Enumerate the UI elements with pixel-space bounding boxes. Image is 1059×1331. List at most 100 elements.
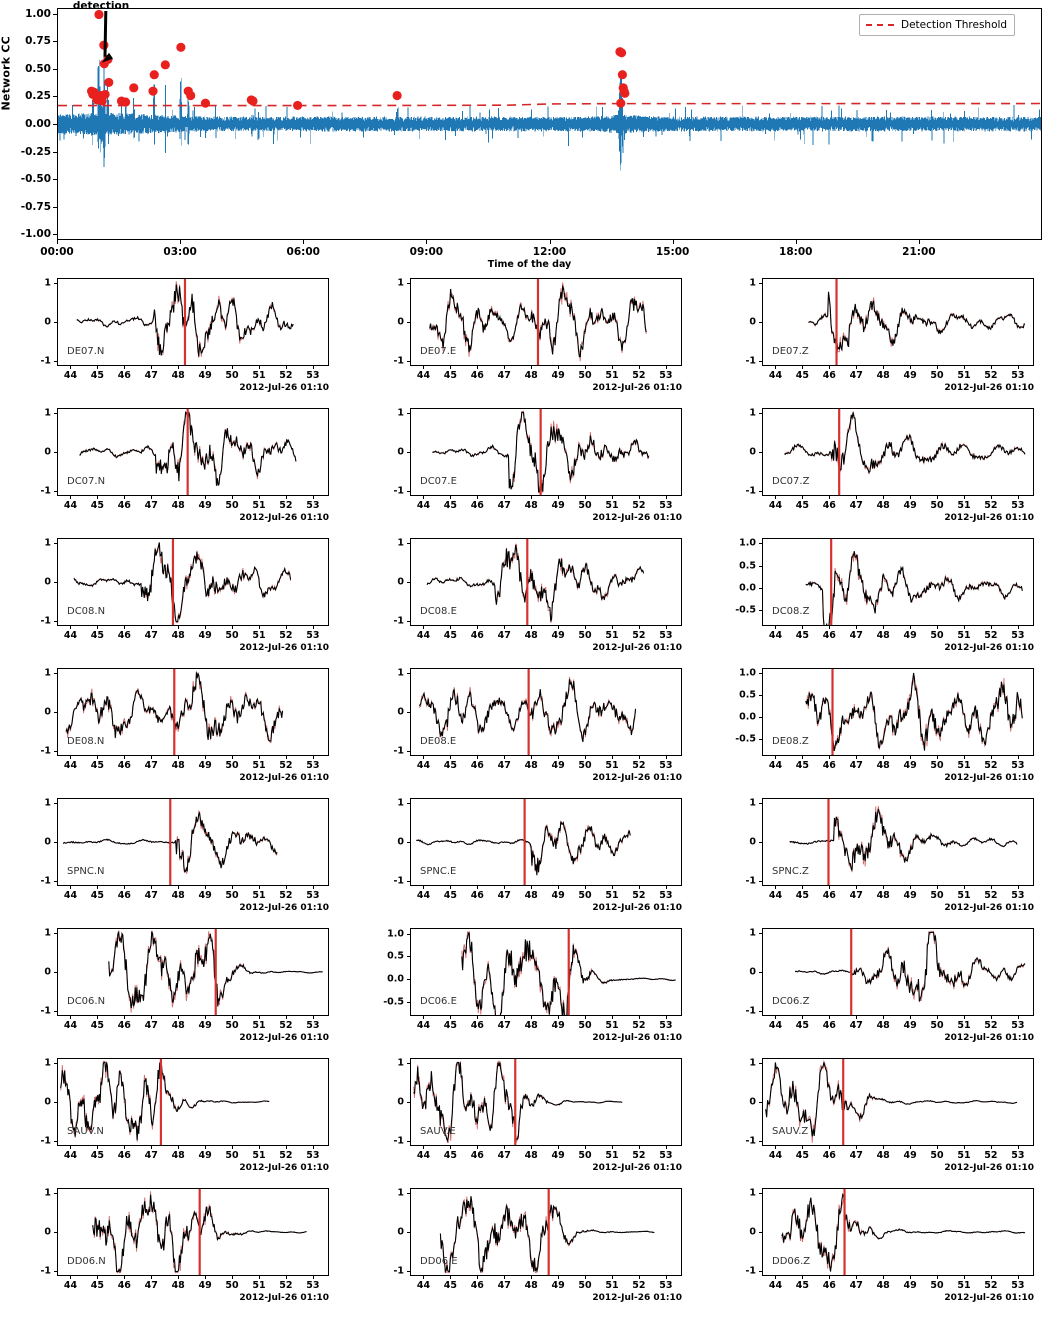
waveform-x-tick-label: 53 xyxy=(659,500,673,511)
waveform-y-tick-mark xyxy=(407,491,410,493)
waveform-x-tick-mark xyxy=(504,1146,506,1149)
waveform-x-tick-mark xyxy=(124,756,126,759)
waveform-x-tick-label: 47 xyxy=(849,630,863,641)
waveform-x-tick-mark xyxy=(990,1146,992,1149)
waveform-x-tick-mark xyxy=(504,1276,506,1279)
cc-y-tick-label: 0.00 xyxy=(25,118,51,130)
waveform-x-tick-mark xyxy=(829,366,831,369)
waveform-y-tick-mark xyxy=(759,881,762,883)
waveform-x-tick-mark xyxy=(829,496,831,499)
station-channel-label: DE08.Z xyxy=(772,736,809,747)
waveform-x-tick-label: 52 xyxy=(632,760,646,771)
waveform-x-tick-label: 49 xyxy=(198,1280,212,1291)
waveform-x-tick-label: 48 xyxy=(524,370,538,381)
waveform-x-tick-mark xyxy=(70,756,72,759)
waveform-x-axis-label: 2012-Jul-26 01:10 xyxy=(944,383,1034,393)
waveform-x-tick-label: 50 xyxy=(930,500,944,511)
cc-x-tick-label: 06:00 xyxy=(286,246,320,258)
waveform-x-tick-mark xyxy=(423,1146,425,1149)
waveform-x-tick-mark xyxy=(178,626,180,629)
waveform-x-tick-label: 48 xyxy=(524,500,538,511)
waveform-x-tick-label: 51 xyxy=(957,760,971,771)
waveform-x-tick-mark xyxy=(883,1276,885,1279)
waveform-x-tick-mark xyxy=(829,626,831,629)
waveform-x-tick-label: 53 xyxy=(1011,500,1025,511)
waveform-x-tick-label: 50 xyxy=(578,1280,592,1291)
waveform-y-tick-mark xyxy=(54,491,57,493)
waveform-x-tick-label: 52 xyxy=(632,500,646,511)
waveform-x-tick-label: 53 xyxy=(659,630,673,641)
waveform-x-tick-label: 49 xyxy=(198,890,212,901)
waveform-x-tick-mark xyxy=(558,756,560,759)
waveform-x-tick-label: 46 xyxy=(117,500,131,511)
waveform-x-tick-label: 50 xyxy=(930,1150,944,1161)
waveform-x-tick-label: 46 xyxy=(117,760,131,771)
waveform-x-tick-label: 49 xyxy=(903,500,917,511)
waveform-x-tick-label: 51 xyxy=(605,890,619,901)
waveform-y-tick-mark xyxy=(407,979,410,981)
waveform-x-axis-label: 2012-Jul-26 01:10 xyxy=(239,1293,329,1303)
waveform-x-axis-label: 2012-Jul-26 01:10 xyxy=(239,643,329,653)
waveform-x-tick-mark xyxy=(151,1146,153,1149)
waveform-x-tick-label: 47 xyxy=(849,370,863,381)
waveform-x-axis-label: 2012-Jul-26 01:10 xyxy=(592,383,682,393)
waveform-y-tick-mark xyxy=(759,932,762,934)
waveform-x-axis-label: 2012-Jul-26 01:10 xyxy=(239,773,329,783)
waveform-x-tick-mark xyxy=(531,366,533,369)
waveform-x-tick-label: 47 xyxy=(497,760,511,771)
station-channel-label: DD06.E xyxy=(420,1256,458,1267)
waveform-x-tick-label: 51 xyxy=(252,630,266,641)
waveform-x-tick-mark xyxy=(205,886,207,889)
waveform-x-tick-label: 47 xyxy=(497,1150,511,1161)
template-waveform-trace xyxy=(781,1192,1026,1272)
waveform-y-tick-mark xyxy=(759,322,762,323)
waveform-y-tick-label: 0.0 xyxy=(739,582,756,594)
waveform-x-axis-label: 2012-Jul-26 01:10 xyxy=(592,1293,682,1303)
waveform-x-tick-label: 48 xyxy=(171,630,185,641)
waveform-x-tick-label: 46 xyxy=(822,630,836,641)
waveform-x-tick-mark xyxy=(558,366,560,369)
waveform-x-tick-label: 46 xyxy=(470,1020,484,1031)
waveform-x-tick-mark xyxy=(285,756,287,759)
waveform-y-tick-mark xyxy=(759,1011,762,1013)
waveform-y-tick-label: 0 xyxy=(44,706,51,718)
waveform-x-tick-mark xyxy=(178,1276,180,1279)
waveform-y-tick-label: 1 xyxy=(397,407,404,419)
waveform-y-tick-mark xyxy=(759,1271,762,1273)
waveform-y-tick-mark xyxy=(759,738,762,740)
waveform-y-tick-mark xyxy=(759,716,762,718)
waveform-x-tick-mark xyxy=(665,886,667,889)
waveform-x-tick-mark xyxy=(531,886,533,889)
waveform-y-tick-mark xyxy=(54,1102,57,1103)
detection-annotation-label: detection xyxy=(72,0,130,12)
waveform-x-tick-mark xyxy=(232,1146,234,1149)
waveform-x-tick-label: 51 xyxy=(605,630,619,641)
cc-x-tick-mark xyxy=(918,240,920,244)
template-waveform-trace xyxy=(794,931,1026,1002)
waveform-x-tick-mark xyxy=(611,1146,613,1149)
waveform-y-tick-label: 1 xyxy=(44,407,51,419)
threshold-legend-swatch xyxy=(866,24,894,26)
waveform-x-tick-label: 50 xyxy=(930,1280,944,1291)
waveform-x-tick-label: 52 xyxy=(632,1020,646,1031)
waveform-x-tick-mark xyxy=(990,1276,992,1279)
waveform-x-tick-label: 46 xyxy=(470,890,484,901)
waveform-x-tick-mark xyxy=(477,366,479,369)
waveform-y-tick-mark xyxy=(407,1271,410,1273)
waveform-x-tick-label: 47 xyxy=(144,1020,158,1031)
waveform-y-tick-label: -1 xyxy=(40,1265,51,1277)
waveform-x-tick-mark xyxy=(558,626,560,629)
waveform-x-tick-label: 47 xyxy=(849,1020,863,1031)
waveform-x-tick-label: 52 xyxy=(984,1020,998,1031)
waveform-x-tick-mark xyxy=(963,626,965,629)
waveform-x-tick-mark xyxy=(97,1016,99,1019)
waveform-x-tick-mark xyxy=(312,1276,314,1279)
waveform-y-tick-label: -1 xyxy=(40,1135,51,1147)
waveform-x-tick-label: 50 xyxy=(930,890,944,901)
waveform-x-tick-mark xyxy=(802,1016,804,1019)
waveform-x-tick-mark xyxy=(423,756,425,759)
waveform-x-tick-mark xyxy=(558,1276,560,1279)
station-channel-label: DC07.E xyxy=(420,476,457,487)
waveform-x-tick-label: 53 xyxy=(659,760,673,771)
waveform-x-axis-label: 2012-Jul-26 01:10 xyxy=(592,643,682,653)
